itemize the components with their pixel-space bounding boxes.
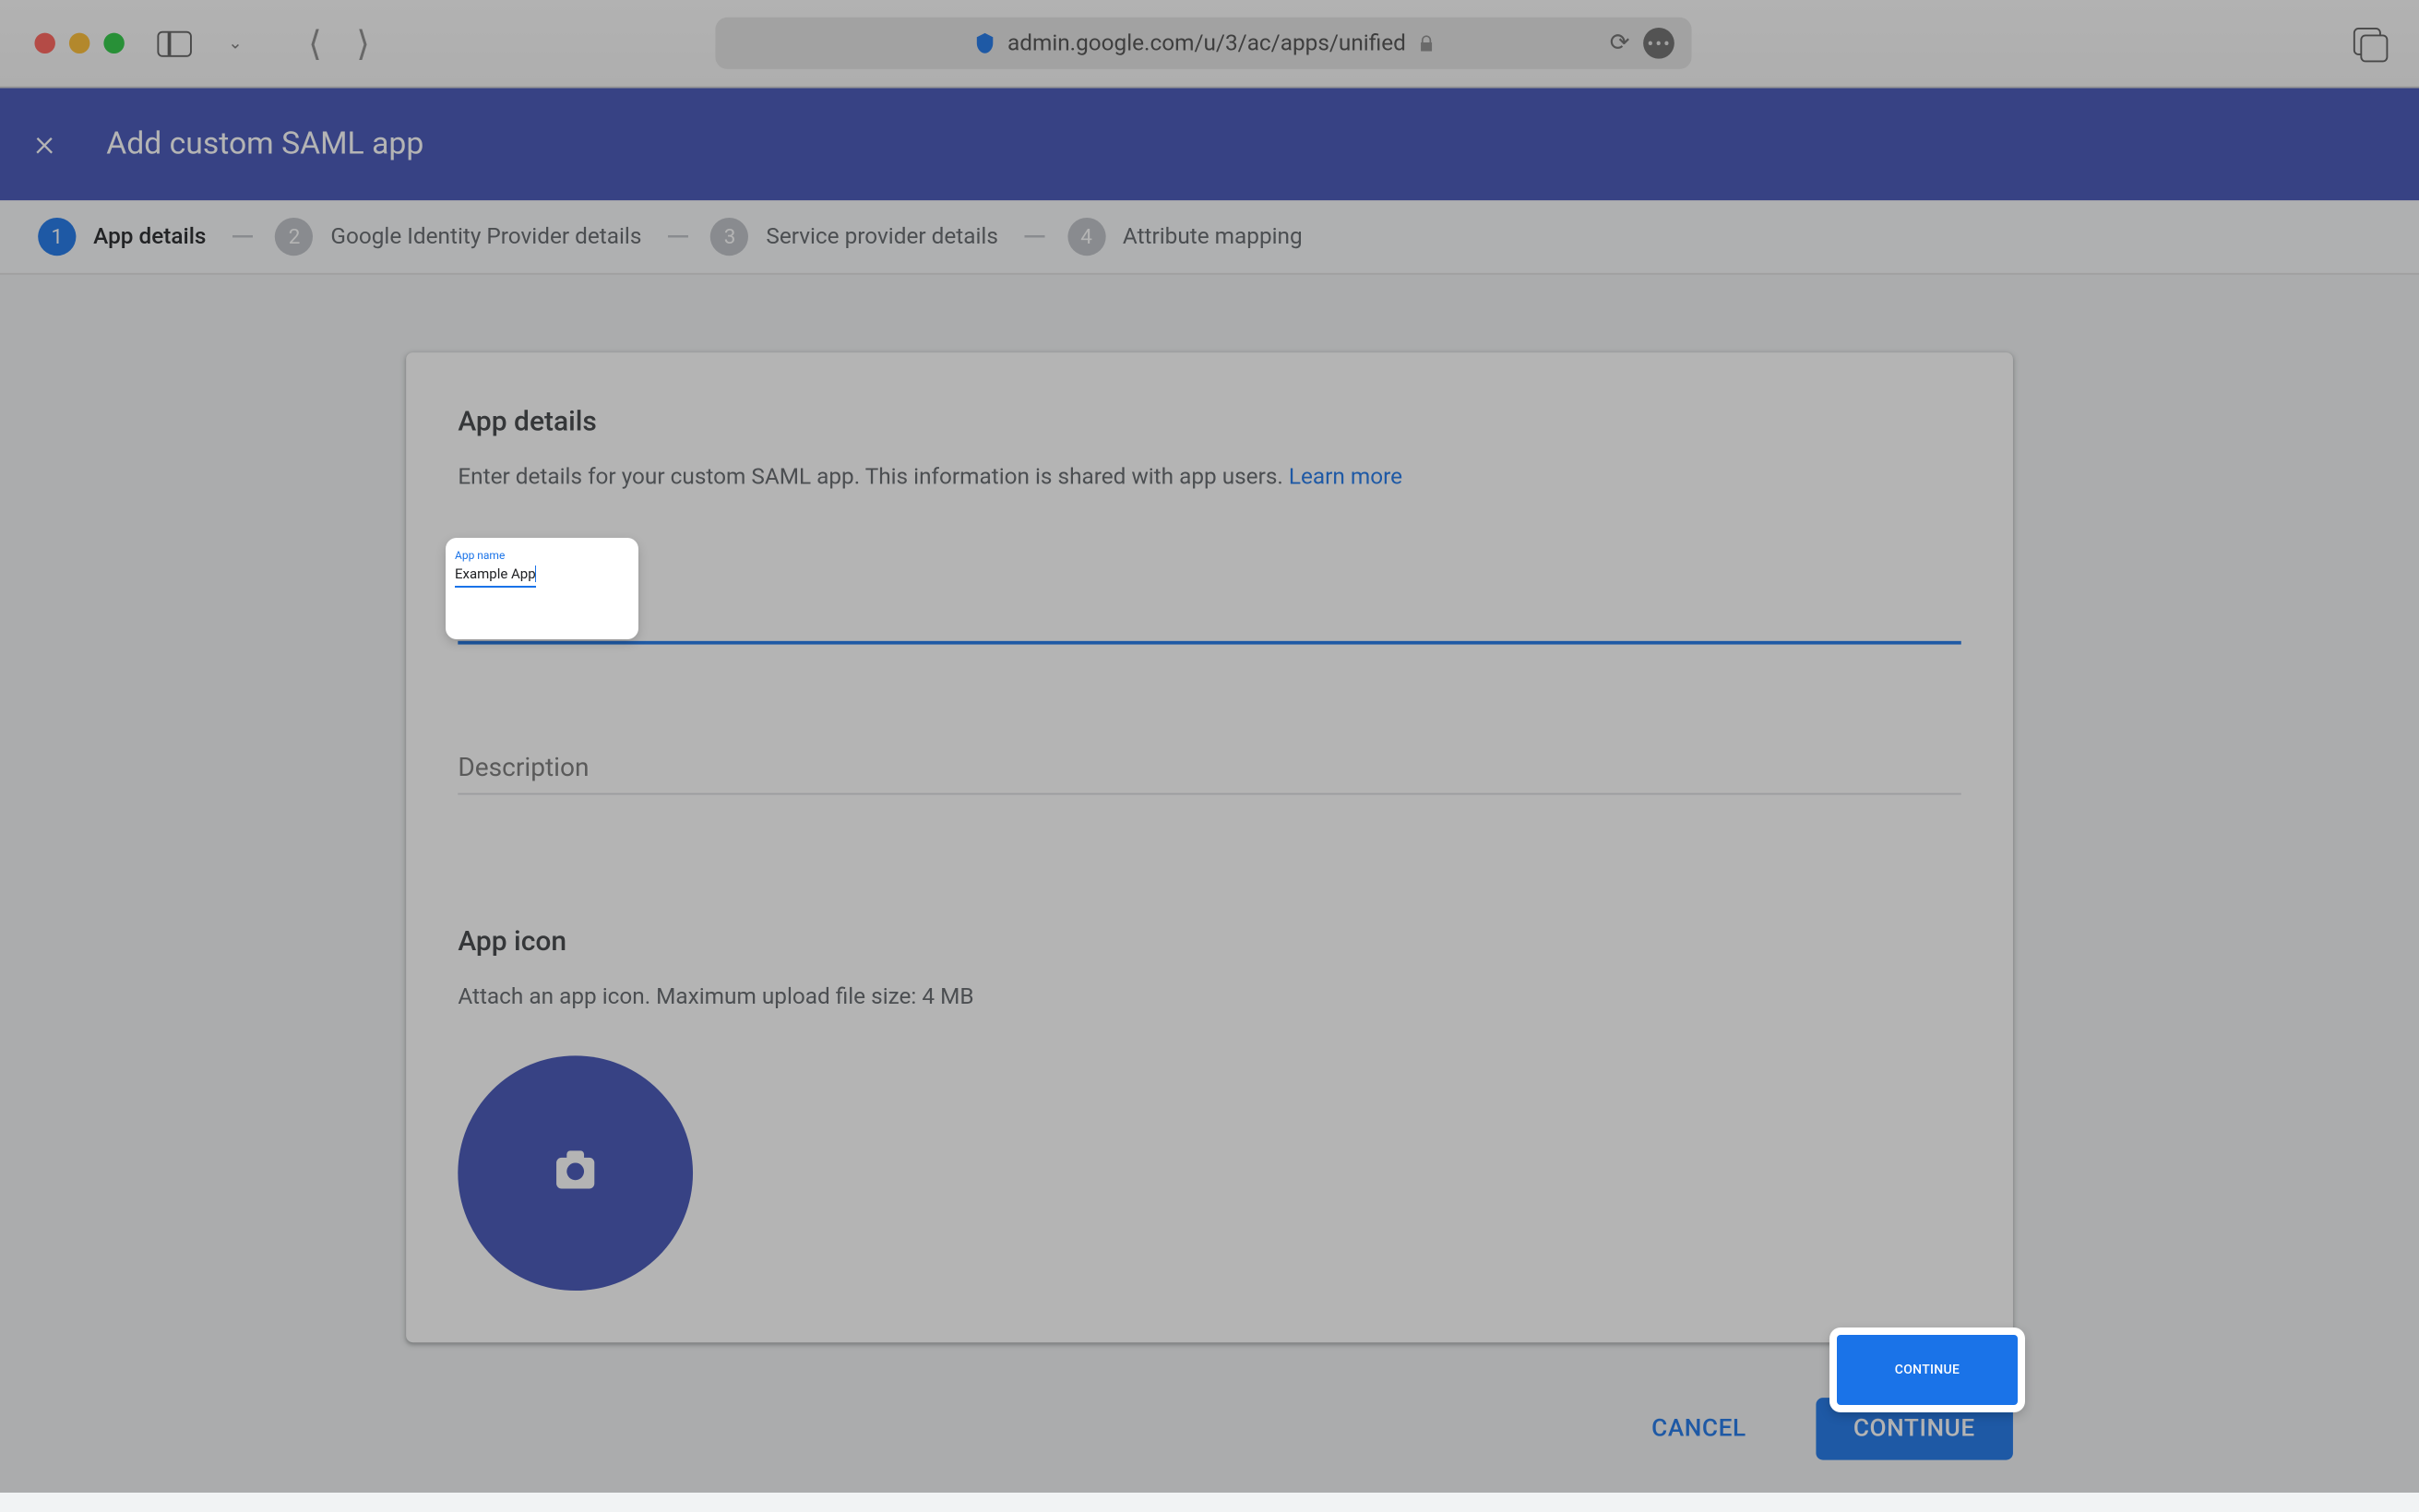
minimize-window-icon[interactable] bbox=[69, 33, 89, 54]
step-attr-mapping[interactable]: 4 Attribute mapping bbox=[1067, 218, 1303, 256]
modal-title: Add custom SAML app bbox=[106, 126, 423, 162]
step-badge: 2 bbox=[275, 218, 313, 256]
step-label: App details bbox=[93, 224, 206, 250]
step-separator-icon: — bbox=[1022, 219, 1043, 255]
learn-more-link[interactable]: Learn more bbox=[1289, 465, 1402, 491]
app-name-label: App name bbox=[458, 565, 1960, 589]
refresh-icon[interactable]: ⟳ bbox=[1610, 30, 1630, 57]
close-window-icon[interactable] bbox=[34, 33, 54, 54]
continue-button[interactable]: CONTINUE bbox=[1816, 1398, 2013, 1459]
step-sp-details[interactable]: 3 Service provider details bbox=[710, 218, 997, 256]
close-icon[interactable]: × bbox=[34, 123, 54, 166]
step-separator-icon: — bbox=[231, 219, 252, 255]
step-badge: 3 bbox=[710, 218, 748, 256]
section-app-details-desc: Enter details for your custom SAML app. … bbox=[458, 461, 1960, 495]
sidebar-toggle-icon[interactable] bbox=[156, 28, 194, 59]
address-bar[interactable]: admin.google.com/u/3/ac/apps/unified ⟳ •… bbox=[716, 18, 1692, 69]
maximize-window-icon[interactable] bbox=[103, 33, 124, 54]
section-app-icon-title: App icon bbox=[458, 923, 1960, 957]
step-badge: 4 bbox=[1067, 218, 1105, 256]
google-admin-icon bbox=[973, 31, 997, 55]
description-field-group bbox=[458, 747, 1960, 794]
step-label: Attribute mapping bbox=[1123, 224, 1303, 250]
app-details-card: App details Enter details for your custo… bbox=[406, 352, 2013, 1342]
step-badge: 1 bbox=[38, 218, 76, 256]
step-label: Google Identity Provider details bbox=[330, 224, 641, 250]
step-app-details[interactable]: 1 App details bbox=[38, 218, 206, 256]
stepper: 1 App details — 2 Google Identity Provid… bbox=[0, 200, 2419, 275]
camera-icon bbox=[556, 1158, 594, 1189]
tab-overview-icon[interactable] bbox=[2353, 28, 2385, 59]
step-label: Service provider details bbox=[766, 224, 998, 250]
section-app-details-title: App details bbox=[458, 404, 1960, 437]
forward-icon[interactable]: ⟩ bbox=[356, 22, 370, 64]
url-text: admin.google.com/u/3/ac/apps/unified bbox=[1007, 30, 1406, 56]
app-icon-section: App icon Attach an app icon. Maximum upl… bbox=[458, 923, 1960, 1291]
sidebar-menu-chevron-icon[interactable]: ⌄ bbox=[228, 34, 243, 54]
icon-upload-button[interactable] bbox=[458, 1055, 693, 1291]
app-name-field-group: App name bbox=[458, 565, 1960, 644]
cancel-button[interactable]: CANCEL bbox=[1614, 1398, 1784, 1459]
modal-header: × Add custom SAML app bbox=[0, 89, 2419, 201]
step-separator-icon: — bbox=[666, 219, 687, 255]
back-icon[interactable]: ⟨ bbox=[308, 22, 322, 64]
browser-toolbar: ⌄ ⟨ ⟩ admin.google.com/u/3/ac/apps/unifi… bbox=[0, 0, 2419, 89]
app-name-input[interactable] bbox=[458, 595, 1960, 643]
lock-icon bbox=[1416, 34, 1436, 54]
section-app-icon-desc: Attach an app icon. Maximum upload file … bbox=[458, 981, 1960, 1015]
window-controls bbox=[34, 33, 124, 54]
description-input[interactable] bbox=[458, 747, 1960, 794]
page-body: App details Enter details for your custo… bbox=[0, 275, 2419, 1512]
footer-actions: CANCEL CONTINUE bbox=[406, 1398, 2013, 1459]
step-idp-details[interactable]: 2 Google Identity Provider details bbox=[275, 218, 641, 256]
page-settings-icon[interactable]: ••• bbox=[1644, 28, 1675, 59]
